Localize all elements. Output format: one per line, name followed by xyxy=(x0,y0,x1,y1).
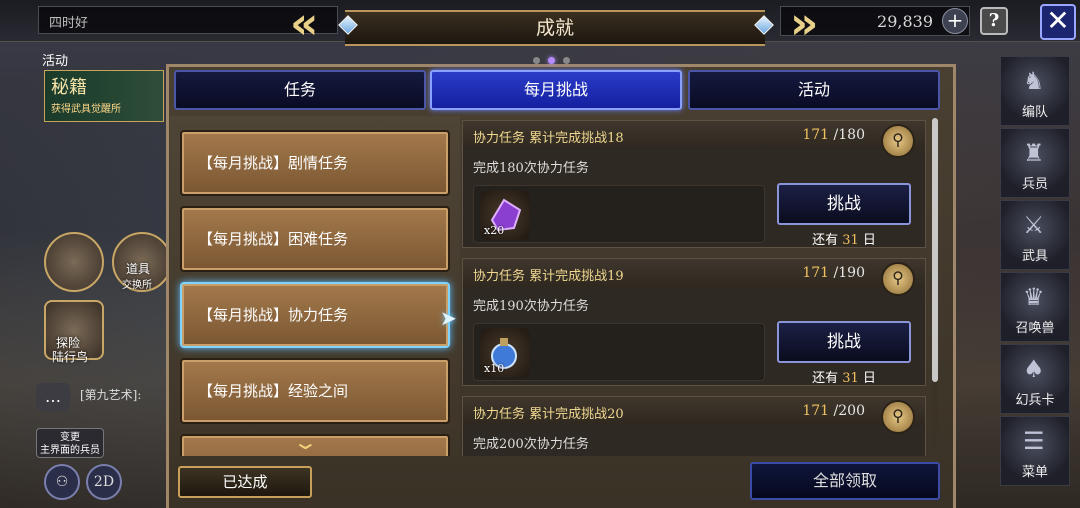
remaining-days: 还有 31 日 xyxy=(779,367,909,386)
task-title: 协力任务 累计完成挑战19 xyxy=(473,269,624,284)
toggle-2d-button[interactable]: 2D xyxy=(86,464,122,500)
switch-unit-button[interactable]: 变更 主界面的兵员 xyxy=(36,428,104,458)
chat-message: [第九艺术]: xyxy=(80,388,142,402)
reward-panel: x20 xyxy=(473,185,765,243)
tab-tasks[interactable]: 任务 xyxy=(174,70,426,110)
tab-monthly-challenge[interactable]: 每月挑战 xyxy=(430,70,682,110)
summon-icon: ♛ xyxy=(1023,283,1045,311)
challenge-button[interactable]: 挑战 xyxy=(777,183,911,225)
remain-days-number: 31 xyxy=(842,233,859,248)
reward-quantity: x10 xyxy=(484,362,505,375)
right-nav: ♞ 编队 ♜ 兵员 ⚔ 武具 ♛ 召唤兽 ♠ 幻兵卡 ☰ 菜单 xyxy=(1000,56,1072,488)
nav-label: 召唤兽 xyxy=(1015,321,1055,336)
page-indicator xyxy=(533,49,578,68)
task-card: 协力任务 累计完成挑战20 171 /200 ⚲ 完成200次协力任务 xyxy=(462,396,926,456)
remain-days-number: 31 xyxy=(842,371,859,386)
category-list: 【每月挑战】剧情任务 【每月挑战】困难任务 【每月挑战】协力任务 【每月挑战】经… xyxy=(170,116,460,456)
task-progress: 171 /190 xyxy=(802,265,865,281)
reward-quantity: x20 xyxy=(484,224,505,237)
remaining-days: 还有 31 日 xyxy=(779,229,909,248)
item-exchange-label: 道具 xyxy=(126,262,151,276)
party-view-icon[interactable]: ⚇ xyxy=(44,464,80,500)
magnifier-icon[interactable]: ⚲ xyxy=(881,124,915,158)
task-description: 完成180次协力任务 xyxy=(473,161,589,176)
scrollbar[interactable] xyxy=(932,118,938,382)
achieved-button[interactable]: 已达成 xyxy=(178,466,312,498)
page-dot-active xyxy=(548,57,555,64)
event-label: 活动 xyxy=(42,54,69,69)
claim-all-button[interactable]: 全部领取 xyxy=(750,462,940,500)
item-exchange-sub: 交换所 xyxy=(122,280,152,291)
title-right-chevron-icon: » xyxy=(790,0,819,49)
weapon-icon: ⚔ xyxy=(1023,211,1045,239)
remain-prefix: 还有 xyxy=(812,233,839,248)
progress-current: 171 xyxy=(802,265,830,281)
nav-weapon[interactable]: ⚔ 武具 xyxy=(1000,200,1070,270)
title-left-chevron-icon: « xyxy=(290,0,319,49)
page-title: 成就 xyxy=(345,10,765,46)
task-title: 协力任务 累计完成挑战20 xyxy=(473,407,624,422)
event-banner[interactable]: 秘籍 获得武具觉醒所 xyxy=(44,70,164,122)
task-header: 协力任务 累计完成挑战19 171 /190 ⚲ xyxy=(463,259,925,296)
magnifier-icon[interactable]: ⚲ xyxy=(881,400,915,434)
progress-total: /200 xyxy=(833,403,865,419)
task-progress: 171 /180 xyxy=(802,127,865,143)
task-header: 协力任务 累计完成挑战20 171 /200 ⚲ xyxy=(463,397,925,434)
add-currency-button[interactable]: + xyxy=(942,8,968,34)
nav-unit[interactable]: ♜ 兵员 xyxy=(1000,128,1070,198)
nav-summon[interactable]: ♛ 召唤兽 xyxy=(1000,272,1070,342)
page-dot xyxy=(533,57,540,64)
selection-arrow-icon: ➤ xyxy=(440,306,457,330)
progress-current: 171 xyxy=(802,127,830,143)
chat-icon[interactable]: … xyxy=(36,383,70,411)
nav-label: 武具 xyxy=(1021,249,1048,264)
nav-label: 兵员 xyxy=(1021,177,1048,192)
task-progress: 171 /200 xyxy=(802,403,865,419)
category-hard[interactable]: 【每月挑战】困难任务 xyxy=(180,206,450,272)
card-icon: ♠ xyxy=(1023,355,1045,383)
task-title: 协力任务 累计完成挑战18 xyxy=(473,131,624,146)
tab-events[interactable]: 活动 xyxy=(688,70,940,110)
nav-label: 幻兵卡 xyxy=(1015,393,1055,408)
progress-total: /190 xyxy=(833,265,865,281)
moogle-icon[interactable] xyxy=(44,232,104,292)
progress-total: /180 xyxy=(833,127,865,143)
scroll-down-chevron-icon[interactable]: ⌄ xyxy=(292,430,319,454)
task-description: 完成190次协力任务 xyxy=(473,299,589,314)
unit-icon: ♜ xyxy=(1023,139,1045,167)
party-icon: ♞ xyxy=(1023,67,1045,95)
close-button[interactable]: ✕ xyxy=(1040,4,1076,40)
category-exp[interactable]: 【每月挑战】经验之间 xyxy=(180,358,450,424)
task-header: 协力任务 累计完成挑战18 171 /180 ⚲ xyxy=(463,121,925,158)
nav-menu[interactable]: ☰ 菜单 xyxy=(1000,416,1070,486)
switch-label-1: 变更 xyxy=(60,432,80,443)
nav-label: 编队 xyxy=(1021,105,1048,120)
help-button[interactable]: ? xyxy=(980,7,1008,35)
nav-card[interactable]: ♠ 幻兵卡 xyxy=(1000,344,1070,414)
remain-suffix: 日 xyxy=(862,371,876,386)
remain-prefix: 还有 xyxy=(812,371,839,386)
task-description: 完成200次协力任务 xyxy=(473,437,589,452)
nav-label: 菜单 xyxy=(1021,465,1048,480)
event-banner-title: 秘籍 xyxy=(51,77,87,98)
task-card: 协力任务 累计完成挑战18 171 /180 ⚲ 完成180次协力任务 x20 … xyxy=(462,120,926,248)
task-card: 协力任务 累计完成挑战19 171 /190 ⚲ 完成190次协力任务 x10 … xyxy=(462,258,926,386)
category-coop[interactable]: 【每月挑战】协力任务 xyxy=(180,282,450,348)
challenge-button[interactable]: 挑战 xyxy=(777,321,911,363)
reward-panel: x10 xyxy=(473,323,765,381)
switch-label-2: 主界面的兵员 xyxy=(40,445,100,456)
remain-suffix: 日 xyxy=(862,233,876,248)
explore-sub: 陆行鸟 xyxy=(52,350,89,364)
page-dot xyxy=(563,57,570,64)
progress-current: 171 xyxy=(802,403,830,419)
menu-icon: ☰ xyxy=(1023,427,1045,455)
magnifier-icon[interactable]: ⚲ xyxy=(881,262,915,296)
nav-party[interactable]: ♞ 编队 xyxy=(1000,56,1070,126)
category-story[interactable]: 【每月挑战】剧情任务 xyxy=(180,130,450,196)
task-list: 协力任务 累计完成挑战18 171 /180 ⚲ 完成180次协力任务 x20 … xyxy=(462,118,940,456)
event-banner-subtitle: 获得武具觉醒所 xyxy=(51,104,121,115)
